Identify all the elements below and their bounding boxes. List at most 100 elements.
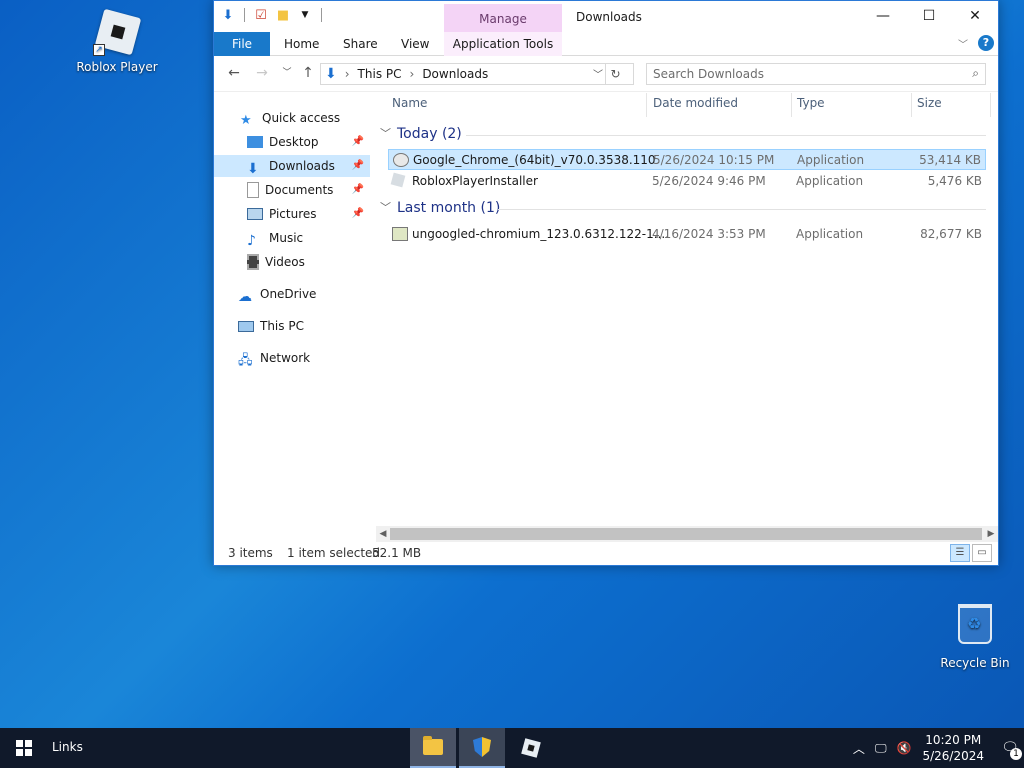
computer-icon <box>238 320 254 332</box>
nav-item-documents[interactable]: Documents 📌 <box>214 179 370 201</box>
nav-item-network[interactable]: 🖧 Network <box>238 347 310 369</box>
nav-item-desktop[interactable]: Desktop 📌 <box>214 131 370 153</box>
file-size: 82,677 KB <box>920 227 982 241</box>
nav-item-music[interactable]: ♪ Music <box>247 227 303 249</box>
volume-muted-icon[interactable]: 🔇 <box>897 741 912 755</box>
breadcrumb-this-pc[interactable]: This PC <box>358 67 402 81</box>
minimize-button[interactable]: — <box>860 1 906 31</box>
installer-icon <box>392 227 408 241</box>
desktop-icon-label: Recycle Bin <box>940 656 1010 670</box>
network-status-icon[interactable]: 🖵 <box>875 741 887 756</box>
file-date: 4/16/2024 3:53 PM <box>652 227 766 241</box>
nav-item-label: This PC <box>260 319 304 333</box>
group-header-last-month[interactable]: ﹀ Last month (1) <box>380 196 500 220</box>
help-icon[interactable]: ? <box>978 35 994 51</box>
file-size: 5,476 KB <box>927 174 982 188</box>
file-name: Google_Chrome_(64bit)_v70.0.3538.110 <box>413 153 656 167</box>
file-size: 53,414 KB <box>919 153 981 167</box>
file-date: 5/26/2024 10:15 PM <box>653 153 775 167</box>
nav-item-label: Network <box>260 351 311 365</box>
start-button[interactable] <box>0 728 48 768</box>
recent-locations-button[interactable]: ﹀ <box>277 65 297 83</box>
file-row[interactable]: ungoogled-chromium_123.0.6312.122-1.... … <box>388 224 986 245</box>
column-header-name[interactable]: Name <box>392 93 427 117</box>
address-dropdown-icon[interactable]: ﹀ <box>593 66 603 81</box>
chevron-down-icon: ﹀ <box>380 127 391 140</box>
column-header-size[interactable]: Size <box>917 93 942 117</box>
expand-ribbon-icon[interactable]: ﹀ <box>958 36 968 51</box>
up-button[interactable]: ↑ <box>298 65 318 83</box>
pin-icon: 📌 <box>351 184 364 195</box>
breadcrumb-separator[interactable]: › <box>410 67 415 81</box>
properties-icon[interactable]: ☑ <box>253 7 269 23</box>
taskbar-installer[interactable] <box>459 728 505 768</box>
nav-item-videos[interactable]: Videos <box>247 251 305 273</box>
nav-item-quick-access[interactable]: ★ Quick access <box>240 107 340 129</box>
network-icon: 🖧 <box>238 353 253 368</box>
recycle-bin-icon <box>951 604 999 652</box>
refresh-icon[interactable]: ↻ <box>605 64 625 84</box>
column-header-date-modified[interactable]: Date modified <box>653 93 738 117</box>
desktop-icon-roblox-player[interactable]: ↗ Roblox Player <box>75 8 159 74</box>
pin-icon: 📌 <box>351 160 364 171</box>
tab-home[interactable]: Home <box>278 32 325 56</box>
pin-icon: 📌 <box>351 208 364 219</box>
file-type: Application <box>796 227 864 241</box>
pin-icon: 📌 <box>351 136 364 147</box>
file-explorer-window: ⬇ ☑ ■ ▼ Manage Downloads — ☐ ✕ File Home… <box>213 0 999 566</box>
file-name: RobloxPlayerInstaller <box>412 174 538 188</box>
clock[interactable]: 10:20 PM 5/26/2024 <box>922 732 984 764</box>
windows-logo-icon <box>16 740 32 756</box>
file-row[interactable]: RobloxPlayerInstaller 5/26/2024 9:46 PM … <box>388 171 986 192</box>
scrollbar-thumb[interactable] <box>390 528 982 540</box>
nav-item-label: Desktop <box>269 135 319 149</box>
address-row: ← → ﹀ ↑ ⬇ › This PC › Downloads ﹀ ↻ Sear… <box>214 56 998 92</box>
scroll-left-icon[interactable]: ◀ <box>376 526 390 542</box>
scroll-right-icon[interactable]: ▶ <box>984 526 998 542</box>
desktop-icon-recycle-bin[interactable]: Recycle Bin <box>933 600 1017 670</box>
nav-item-downloads[interactable]: ⬇ Downloads 📌 <box>214 155 370 177</box>
taskbar-file-explorer[interactable] <box>410 728 456 768</box>
tab-file[interactable]: File <box>214 32 270 56</box>
action-center-button[interactable]: 🗨 1 <box>996 728 1024 768</box>
back-button[interactable]: ← <box>224 65 244 83</box>
shield-icon <box>473 737 491 757</box>
nav-item-label: Videos <box>265 255 305 269</box>
file-row[interactable]: Google_Chrome_(64bit)_v70.0.3538.110 5/2… <box>388 149 986 170</box>
navigation-pane: ★ Quick access Desktop 📌 ⬇ Downloads 📌 D… <box>214 93 374 533</box>
links-toolbar[interactable]: Links <box>52 740 83 754</box>
breadcrumb-downloads[interactable]: Downloads <box>422 67 488 81</box>
new-folder-icon[interactable]: ■ <box>275 7 291 23</box>
taskbar: Links ︿ 🖵 🔇 10:20 PM 5/26/2024 🗨 1 <box>0 728 1024 768</box>
nav-item-label: Music <box>269 231 304 245</box>
horizontal-scrollbar[interactable]: ◀ ▶ <box>376 526 998 542</box>
large-icons-view-icon[interactable]: ▭ <box>972 544 992 562</box>
nav-item-this-pc[interactable]: This PC <box>238 315 304 337</box>
manage-context-tab[interactable]: Manage <box>444 4 562 32</box>
forward-button[interactable]: → <box>252 65 272 83</box>
group-header-today[interactable]: ﹀ Today (2) <box>380 122 462 146</box>
tab-application-tools[interactable]: Application Tools <box>444 32 562 56</box>
desktop-icon-label: Roblox Player <box>76 60 158 74</box>
desktop-icon <box>247 136 263 148</box>
nav-item-pictures[interactable]: Pictures 📌 <box>214 203 370 225</box>
maximize-button[interactable]: ☐ <box>906 1 952 31</box>
tab-share[interactable]: Share <box>337 32 384 56</box>
search-input[interactable]: Search Downloads ⌕ <box>646 63 986 85</box>
nav-item-label: Quick access <box>262 111 341 125</box>
breadcrumb-separator[interactable]: › <box>345 67 350 81</box>
download-arrow-icon: ⬇ <box>247 161 259 177</box>
details-view-icon[interactable]: ☰ <box>950 544 970 562</box>
address-bar[interactable]: ⬇ › This PC › Downloads ﹀ ↻ <box>320 63 634 85</box>
clock-date: 5/26/2024 <box>922 749 984 763</box>
tab-view[interactable]: View <box>395 32 435 56</box>
close-button[interactable]: ✕ <box>952 1 998 31</box>
folder-icon <box>423 736 443 755</box>
film-icon <box>247 254 259 270</box>
selection-count: 1 item selected <box>287 546 381 560</box>
column-header-type[interactable]: Type <box>797 93 825 117</box>
customize-qat-icon[interactable]: ▼ <box>297 7 313 23</box>
nav-item-onedrive[interactable]: ☁ OneDrive <box>238 283 316 305</box>
taskbar-roblox[interactable] <box>508 728 554 768</box>
show-hidden-icons-icon[interactable]: ︿ <box>853 740 865 757</box>
